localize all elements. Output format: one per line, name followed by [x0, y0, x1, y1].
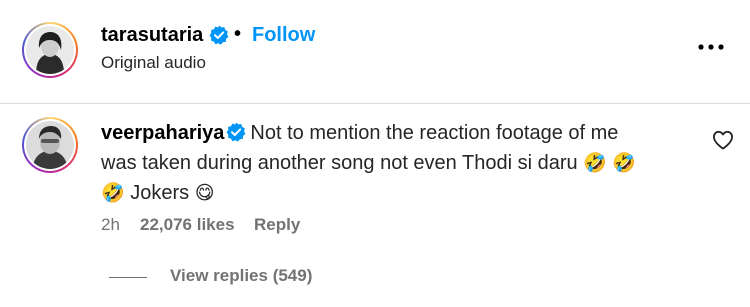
reply-button[interactable]: Reply — [254, 214, 300, 236]
comment-avatar[interactable] — [22, 117, 78, 173]
replies-divider — [109, 277, 147, 278]
comment-text-line2: was taken during another song not even T… — [101, 152, 578, 174]
post-avatar[interactable] — [22, 22, 78, 78]
comment-avatar-photo — [26, 121, 74, 169]
heart-icon[interactable] — [712, 130, 734, 150]
separator-dot: • — [234, 23, 242, 45]
comment-text-jokers: Jokers — [130, 182, 190, 204]
post-header: tarasutaria • Follow Original audio — [0, 0, 750, 104]
smile-emoji: 😋 — [194, 182, 215, 204]
original-audio-link[interactable]: Original audio — [101, 52, 206, 74]
comment-text-line1: Not to mention the reaction footage of m… — [250, 122, 619, 144]
rofl-emoji: 🤣 — [583, 152, 607, 174]
follow-button[interactable]: Follow — [252, 23, 315, 47]
view-replies-button[interactable]: View replies (549) — [170, 265, 312, 287]
comment-username[interactable]: veerpahariya — [101, 122, 224, 144]
more-options-icon[interactable] — [697, 42, 725, 52]
verified-badge-icon — [226, 122, 246, 142]
likes-count[interactable]: 22,076 likes — [140, 214, 235, 236]
verified-badge-icon — [209, 25, 229, 45]
post-username[interactable]: tarasutaria — [101, 23, 203, 47]
comment-body: veerpahariya Not to mention the reaction… — [101, 118, 661, 208]
rofl-emoji: 🤣 — [101, 182, 125, 204]
comment-timestamp[interactable]: 2h — [101, 214, 120, 236]
avatar-photo — [26, 26, 74, 74]
rofl-emoji: 🤣 — [612, 152, 637, 174]
